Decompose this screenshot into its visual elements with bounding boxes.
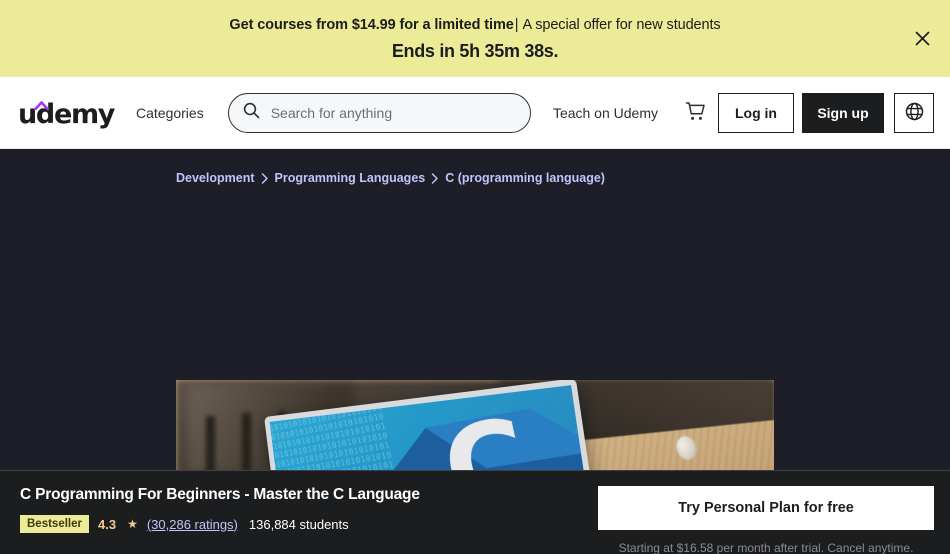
cart-button[interactable]: [676, 94, 714, 132]
promo-close-button[interactable]: [908, 25, 936, 53]
breadcrumb-item-development[interactable]: Development: [176, 171, 255, 185]
course-meta: Bestseller 4.3 ★ (30,286 ratings) 136,88…: [20, 515, 582, 533]
teach-on-udemy-link[interactable]: Teach on Udemy: [543, 97, 668, 129]
breadcrumb-item-c-programming-language[interactable]: C (programming language): [445, 171, 605, 185]
sticky-course-bar: C Programming For Beginners - Master the…: [0, 470, 950, 554]
thumbnail-stripe: [205, 415, 215, 474]
chevron-right-icon: [261, 172, 269, 184]
language-button[interactable]: [894, 92, 934, 133]
course-title: C Programming For Beginners - Master the…: [20, 486, 420, 503]
thumbnail-stripe: [241, 413, 251, 474]
cta-container: Try Personal Plan for free Starting at $…: [598, 486, 934, 554]
udemy-logo-text: udemy: [18, 98, 115, 130]
breadcrumb: Development Programming Languages C (pro…: [0, 149, 950, 185]
breadcrumb-item-programming-languages[interactable]: Programming Languages: [275, 171, 426, 185]
bestseller-badge: Bestseller: [20, 515, 89, 533]
ratings-count-link[interactable]: (30,286 ratings): [147, 517, 238, 532]
promo-banner: Get courses from $14.99 for a limited ti…: [0, 0, 950, 77]
promo-countdown: Ends in 5h 35m 38s.: [391, 41, 559, 62]
search-box[interactable]: [227, 92, 531, 133]
try-personal-plan-button[interactable]: Try Personal Plan for free: [598, 486, 934, 530]
students-count: 136,884 students: [248, 516, 349, 532]
promo-text: Get courses from $14.99 for a limited ti…: [229, 14, 720, 64]
course-summary: C Programming For Beginners - Master the…: [20, 486, 582, 533]
udemy-logo[interactable]: udemy: [18, 96, 115, 130]
shopping-cart-icon: [685, 101, 706, 125]
promo-headline-bold: Get courses from $14.99 for a limited ti…: [229, 16, 514, 33]
main-content: Development Programming Languages C (pro…: [0, 149, 950, 554]
site-header: udemy Categories Teach on Udemy: [0, 77, 950, 149]
promo-headline-rest: A special offer for new students: [522, 16, 721, 33]
search-container: [227, 92, 531, 133]
promo-headline: Get courses from $14.99 for a limited ti…: [229, 16, 720, 36]
login-button[interactable]: Log in: [718, 92, 794, 133]
search-input[interactable]: [270, 104, 516, 121]
categories-button[interactable]: Categories: [126, 97, 214, 129]
chevron-right-icon: [431, 172, 439, 184]
trial-pricing-note: Starting at $16.58 per month after trial…: [618, 541, 914, 554]
promo-headline-separator: |: [514, 16, 519, 33]
close-icon: [915, 31, 930, 46]
rating-value: 4.3: [97, 516, 117, 532]
star-icon: ★: [127, 517, 138, 531]
signup-button[interactable]: Sign up: [802, 92, 884, 133]
globe-icon: [905, 102, 924, 124]
search-icon: [243, 102, 260, 124]
header-actions: Teach on Udemy Log in Sign up: [543, 92, 934, 133]
